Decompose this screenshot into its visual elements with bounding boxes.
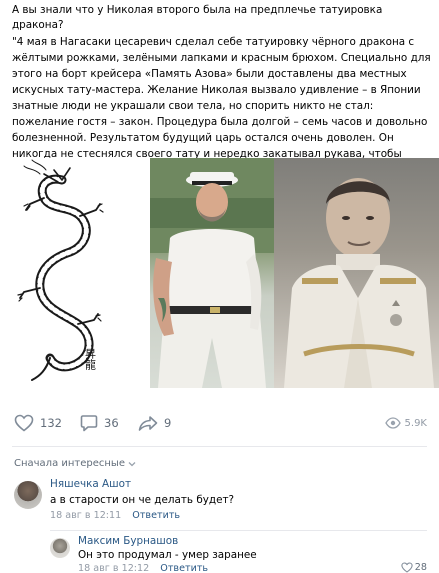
comment-item: Няшечка Ашот а в старости он че делать б…: [0, 478, 439, 528]
comment-date[interactable]: 18 авг в 12:12: [78, 563, 149, 573]
chevron-down-icon: [128, 461, 136, 466]
heart-icon: [14, 414, 34, 432]
views-counter: 5.9K: [384, 408, 427, 438]
views-count: 5.9K: [404, 417, 427, 429]
comment-button[interactable]: 36: [80, 408, 119, 438]
comment-icon: [80, 415, 98, 432]
photo-emperor-white-uniform[interactable]: [150, 158, 274, 388]
divider: [50, 530, 427, 531]
dragon-caption: 昇龍: [84, 348, 97, 371]
comments-sort-label: Сначала интересные: [14, 458, 125, 469]
comment-meta: 18 авг в 12:12 Ответить: [78, 563, 208, 573]
reply-button[interactable]: Ответить: [160, 563, 208, 573]
like-button[interactable]: 132: [14, 408, 62, 438]
comment-author[interactable]: Максим Бурнашов: [78, 535, 178, 547]
comment-like-count: 28: [414, 562, 427, 573]
comments-sort-dropdown[interactable]: Сначала интересные: [14, 458, 136, 469]
photo-dragon-sketch[interactable]: 昇龍: [0, 158, 150, 388]
comment-text: Он это продумал - умер заранее: [78, 549, 257, 561]
comment-count: 36: [104, 416, 119, 430]
comment-date[interactable]: 18 авг в 12:11: [50, 510, 121, 521]
comment-like-button[interactable]: 28: [401, 562, 427, 573]
post-intro-text: А вы знали что у Николая второго была на…: [12, 4, 383, 31]
emperor-figure: [150, 158, 274, 388]
young-portrait-figure: [284, 178, 434, 388]
divider: [12, 446, 427, 447]
post-quote-text: "4 мая в Нагасаки цесаревич сделал себе …: [12, 36, 431, 176]
avatar[interactable]: [50, 538, 70, 558]
comment-author[interactable]: Няшечка Ашот: [50, 478, 131, 490]
eye-icon: [384, 417, 401, 429]
comment-text: а в старости он че делать будет?: [50, 494, 235, 506]
comment-reply-item: Максим Бурнашов Он это продумал - умер з…: [0, 535, 439, 573]
avatar[interactable]: [14, 481, 42, 509]
comment-meta: 18 авг в 12:11 Ответить: [50, 510, 180, 521]
share-button[interactable]: 9: [138, 408, 171, 438]
like-count: 132: [40, 416, 62, 430]
reply-button[interactable]: Ответить: [132, 510, 180, 521]
heart-icon: [401, 562, 413, 573]
share-icon: [138, 416, 158, 431]
dragon-drawing: 昇龍: [17, 159, 104, 381]
share-count: 9: [164, 416, 172, 430]
photo-young-portrait[interactable]: [274, 158, 439, 388]
post-action-bar: 132 36 9 5.9K: [0, 408, 439, 438]
